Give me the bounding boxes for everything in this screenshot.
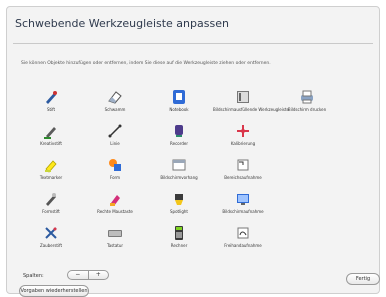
tool-item[interactable]: Bildschirm drucken (277, 89, 337, 121)
tool-label: Notebook (169, 107, 189, 112)
tool-label: Bildschirmvorhang (160, 175, 198, 180)
tool-item[interactable]: Bereichsaufnahme (213, 157, 273, 189)
calibration-icon (235, 123, 251, 139)
title-divider (13, 43, 373, 44)
tool-item[interactable]: Spotlight (149, 191, 209, 223)
columns-label: Spalten: (23, 273, 44, 279)
right-click-icon (107, 191, 123, 207)
tool-item[interactable]: Notebook (149, 89, 209, 121)
magic-pen-icon (43, 225, 59, 241)
tool-item[interactable]: Kreativstift (21, 123, 81, 155)
tool-label: Formstift (42, 209, 60, 214)
screen-capture-icon (235, 191, 251, 207)
customize-toolbar-dialog: Schwebende Werkzeugleiste anpassen Sie k… (6, 6, 380, 297)
tool-item[interactable]: Zauberstift (21, 225, 81, 257)
tool-label: Stift (46, 107, 56, 112)
tool-item[interactable]: Bildschirmausfüllende Werkzeugleiste (213, 89, 289, 121)
tool-item[interactable]: Formstift (21, 191, 81, 223)
dialog-title: Schwebende Werkzeugleiste anpassen (15, 17, 229, 30)
freehand-capture-icon (235, 225, 251, 241)
creative-pen-icon (43, 123, 59, 139)
tool-label: Bildschirm drucken (287, 107, 327, 112)
tool-label: Spotlight (170, 209, 188, 214)
spotlight-icon (171, 191, 187, 207)
tool-item[interactable]: Linie (85, 123, 145, 155)
tool-label: Rechner (170, 243, 188, 248)
screen-shade-icon (171, 157, 187, 173)
highlighter-icon (43, 157, 59, 173)
tool-item[interactable]: Schwamm (85, 89, 145, 121)
tool-label: Kreativstift (40, 141, 62, 146)
tool-item[interactable]: Rechte Maustaste (85, 191, 145, 223)
tool-label: Zauberstift (39, 243, 63, 248)
tool-label: Schwamm (104, 107, 126, 112)
shape-pen-icon (43, 191, 59, 207)
pen-icon (43, 89, 59, 105)
done-button[interactable]: Fertig (346, 273, 380, 285)
tool-label: Textmarker (39, 175, 63, 180)
eraser-icon (107, 89, 123, 105)
tool-item[interactable]: Form (85, 157, 145, 189)
tool-label: Recorder (170, 141, 188, 146)
tool-label: Tastatur (106, 243, 124, 248)
tool-label: Freihandaufnahme (224, 243, 262, 248)
tool-item[interactable]: Tastatur (85, 225, 145, 257)
line-icon (107, 123, 123, 139)
tool-item[interactable]: Rechner (149, 225, 209, 257)
tool-label: Bildschirmausfüllende Werkzeugleiste (213, 107, 289, 112)
columns-stepper[interactable]: − + (67, 270, 109, 280)
tool-label: Bereichsaufnahme (224, 175, 262, 180)
shape-icon (107, 157, 123, 173)
calculator-icon (171, 225, 187, 241)
tool-label: Rechte Maustaste (97, 209, 133, 214)
tool-item[interactable]: Bildschirmaufnahme (213, 191, 273, 223)
fullscreen-toolbar-icon (235, 89, 251, 105)
keyboard-icon (107, 225, 123, 241)
tool-item[interactable]: Recorder (149, 123, 209, 155)
tool-label: Bildschirmaufnahme (222, 209, 264, 214)
tool-item[interactable]: Kalibrierung (213, 123, 273, 155)
area-capture-icon (235, 157, 251, 173)
tool-label: Form (109, 175, 121, 180)
tool-label: Kalibrierung (230, 141, 256, 146)
notebook-icon (171, 89, 187, 105)
columns-decrease-button[interactable]: − (68, 271, 89, 279)
tool-label: Linie (110, 141, 120, 146)
recorder-icon (171, 123, 187, 139)
tool-grid: Stift Schwamm Notebook Bildschirmausfüll… (21, 89, 375, 259)
print-screen-icon (299, 89, 315, 105)
tool-item[interactable]: Stift (21, 89, 81, 121)
tool-item[interactable]: Freihandaufnahme (213, 225, 273, 257)
instructions-text: Sie können Objekte hinzufügen oder entfe… (21, 61, 271, 66)
tool-item[interactable]: Textmarker (21, 157, 81, 189)
restore-defaults-button[interactable]: Vorgaben wiederherstellen (19, 285, 89, 297)
tool-item[interactable]: Bildschirmvorhang (149, 157, 209, 189)
columns-increase-button[interactable]: + (89, 271, 109, 279)
